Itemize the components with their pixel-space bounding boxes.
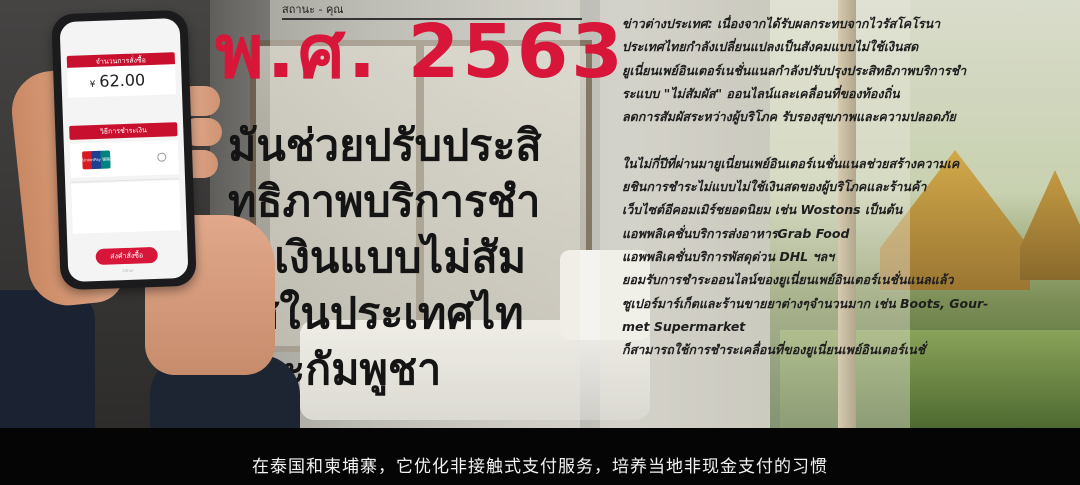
amount-display: ¥62.00 [67, 64, 177, 98]
amount-value: 62.00 [98, 70, 146, 91]
subtitle-text: 在泰国和柬埔寨，它优化非接触式支付服务，培养当地非现金支付的习惯 [252, 457, 828, 477]
article-line: เว็บไซต์อีคอมเมิร์ชยอดนิยม เช่น Wostons … [622, 202, 903, 218]
submit-order-button[interactable]: ส่งคำสั่งซื้อ [95, 246, 158, 266]
heading-line: ระเงินแบบไม่สัม [228, 233, 527, 283]
heading-line: ผัสในประเทศไท [228, 289, 524, 339]
article-line: แอพพลิเคชั่นบริการพัสดุด่วน DHL ฯลฯ [622, 248, 835, 264]
thai-heading: มันช่วยปรับประสิ ทธิภาพบริการชำ ระเงินแบ… [228, 118, 608, 398]
left-sleeve [0, 290, 95, 428]
article-line: ยอมรับการชำระออนไลน์ของยูเนี่ยนเพย์อินเต… [622, 272, 954, 288]
empty-panel [71, 180, 181, 234]
article-line: ประเทศไทยกำลังเปลี่ยนแปลงเป็นสังคมแบบไม่… [622, 39, 919, 55]
article-line: ยูเนี่ยนเพย์อินเตอร์เนชั่นแนลกำลังปรับปร… [622, 62, 967, 78]
phone-screen: จำนวนการสั่งซื้อ ¥62.00 วิธีการชำระเงิน … [59, 17, 189, 283]
year-headline: พ.ศ. 2563 [215, 9, 626, 95]
article-line [622, 128, 1042, 151]
article-line: ข่าวต่างประเทศ: เนื่องจากได้รับผลกระทบจา… [622, 16, 941, 31]
radio-button[interactable] [157, 152, 167, 162]
heading-line: มันช่วยปรับประสิ [228, 121, 542, 171]
unionpay-option[interactable]: UnionPay 银联 [69, 140, 179, 178]
article-line: ยชินการชำระไม่แบบไม่ใช้เงินสดของผู้บริโภ… [622, 179, 927, 195]
video-frame: สถานะ - คุณ พ.ศ. 2563 มันช่วยปรับประสิ ท… [0, 0, 1080, 485]
article-line: ก็สามารถใช้การชำระเคลื่อนที่ของยูเนี่ยนเ… [622, 342, 926, 358]
footer-note: Other [122, 267, 134, 274]
thai-article: ข่าวต่างประเทศ: เนื่องจากได้รับผลกระทบจา… [622, 12, 1042, 361]
unionpay-logo-icon: UnionPay 银联 [82, 150, 111, 170]
article-line: ระแบบ "ไม่สัมผัส" ออนไลน์และเคลื่อนที่ขอ… [622, 85, 900, 101]
background-scene: สถานะ - คุณ พ.ศ. 2563 มันช่วยปรับประสิ ท… [0, 0, 1080, 428]
smartphone: จำนวนการสั่งซื้อ ¥62.00 วิธีการชำระเงิน … [51, 9, 197, 291]
currency-symbol: ¥ [89, 79, 96, 91]
article-line: ลดการสัมผัสระหว่างผู้บริโภค รับรองสุขภาพ… [622, 109, 956, 125]
article-line: ในไม่กี่ปีที่ผ่านมายูเนี่ยนเพย์อินเตอร์เ… [622, 155, 960, 171]
article-line: ซูเปอร์มาร์เก็ตและร้านขายยาต่างๆจำนวนมาก… [622, 295, 989, 311]
article-line: แอพพลิเคชั่นบริการส่งอาหารGrab Food [622, 225, 850, 241]
heading-line: ทธิภาพบริการชำ [228, 177, 541, 227]
article-line: met Supermarket [622, 318, 746, 334]
payment-method-header: วิธีการชำระเงิน [69, 122, 178, 140]
